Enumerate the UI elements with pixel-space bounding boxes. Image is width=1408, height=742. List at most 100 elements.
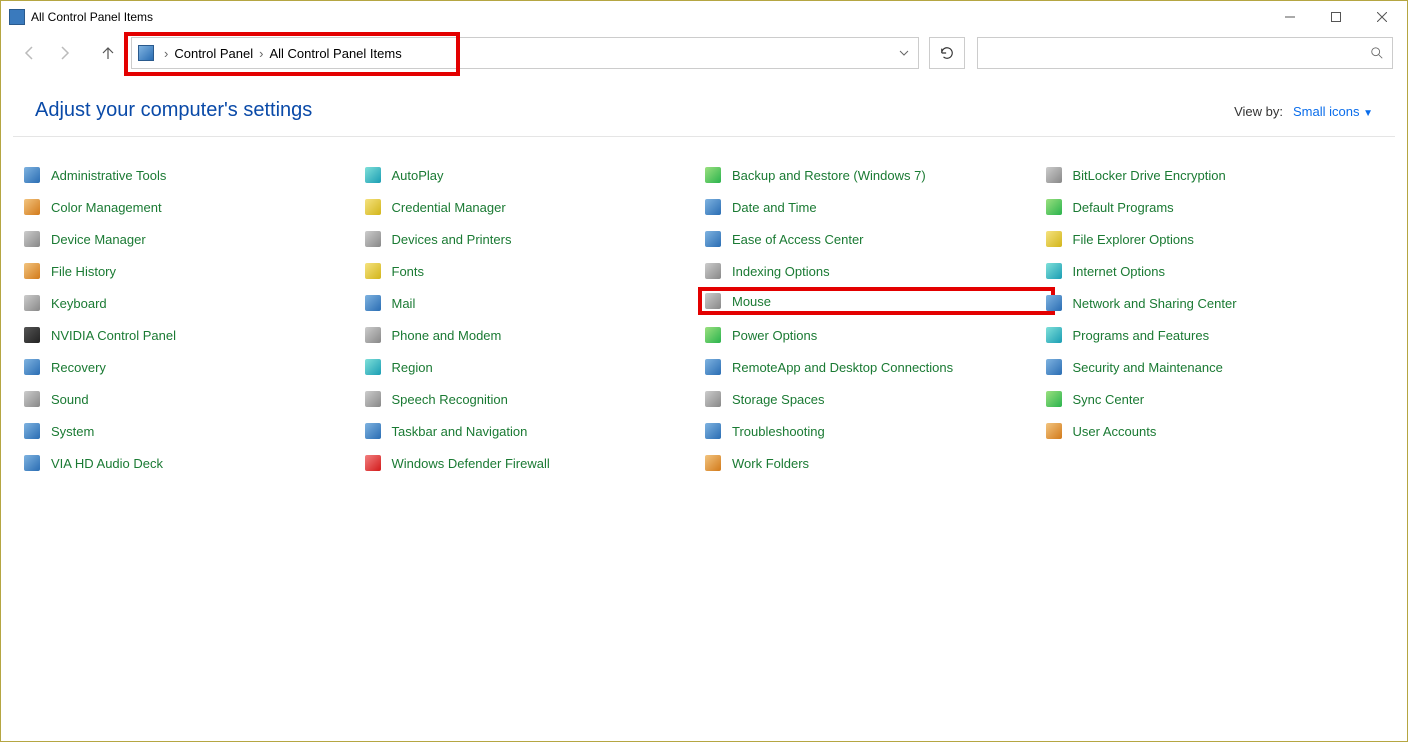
control-panel-item[interactable]: VIA HD Audio Deck <box>23 453 364 473</box>
item-label: VIA HD Audio Deck <box>51 456 163 471</box>
item-label: Sound <box>51 392 89 407</box>
items-grid: Administrative Tools AutoPlay Backup and R… <box>1 137 1407 473</box>
window-title: All Control Panel Items <box>31 10 153 24</box>
item-icon <box>23 262 41 280</box>
control-panel-item[interactable]: AutoPlay <box>364 165 705 185</box>
address-icon <box>138 45 154 61</box>
control-panel-item[interactable]: Default Programs <box>1045 197 1386 217</box>
chevron-down-icon: ▼ <box>1363 108 1373 119</box>
control-panel-item[interactable]: Region <box>364 357 705 377</box>
item-label: Indexing Options <box>732 264 830 279</box>
item-icon <box>1045 230 1063 248</box>
control-panel-item[interactable]: Sync Center <box>1045 389 1386 409</box>
item-label: Date and Time <box>732 200 817 215</box>
control-panel-item[interactable]: File History <box>23 261 364 281</box>
control-panel-item[interactable]: NVIDIA Control Panel <box>23 325 364 345</box>
titlebar: All Control Panel Items <box>1 1 1407 33</box>
item-icon <box>704 454 722 472</box>
forward-button[interactable] <box>49 38 79 68</box>
item-icon <box>704 198 722 216</box>
control-panel-item[interactable]: Security and Maintenance <box>1045 357 1386 377</box>
control-panel-item[interactable]: Indexing Options <box>704 261 1045 281</box>
control-panel-item[interactable]: Programs and Features <box>1045 325 1386 345</box>
control-panel-item[interactable]: Fonts <box>364 261 705 281</box>
item-label: User Accounts <box>1073 424 1157 439</box>
control-panel-item[interactable]: File Explorer Options <box>1045 229 1386 249</box>
address-bar[interactable]: › Control Panel › All Control Panel Item… <box>131 37 919 69</box>
search-input[interactable] <box>977 37 1393 69</box>
breadcrumb-seg-2[interactable]: All Control Panel Items <box>269 46 401 61</box>
refresh-button[interactable] <box>929 37 965 69</box>
address-dropdown[interactable] <box>890 38 918 68</box>
item-label: Security and Maintenance <box>1073 360 1223 375</box>
minimize-button[interactable] <box>1267 2 1313 32</box>
control-panel-item[interactable]: RemoteApp and Desktop Connections <box>704 357 1045 377</box>
item-label: Default Programs <box>1073 200 1174 215</box>
control-panel-item[interactable]: Taskbar and Navigation <box>364 421 705 441</box>
item-label: Programs and Features <box>1073 328 1210 343</box>
item-label: System <box>51 424 94 439</box>
close-button[interactable] <box>1359 2 1405 32</box>
control-panel-item[interactable]: Power Options <box>704 325 1045 345</box>
navigation-bar: › Control Panel › All Control Panel Item… <box>1 33 1407 73</box>
control-panel-item[interactable]: Devices and Printers <box>364 229 705 249</box>
item-icon <box>364 198 382 216</box>
control-panel-item[interactable]: Color Management <box>23 197 364 217</box>
control-panel-item[interactable]: Recovery <box>23 357 364 377</box>
item-icon <box>23 358 41 376</box>
control-panel-item[interactable]: Mail <box>364 293 705 313</box>
item-label: Region <box>392 360 433 375</box>
control-panel-item[interactable]: Administrative Tools <box>23 165 364 185</box>
control-panel-window: All Control Panel Items › Control Panel … <box>0 0 1408 742</box>
item-label: Speech Recognition <box>392 392 508 407</box>
item-icon <box>23 198 41 216</box>
item-icon <box>23 166 41 184</box>
control-panel-item[interactable]: Windows Defender Firewall <box>364 453 705 473</box>
control-panel-item[interactable]: Speech Recognition <box>364 389 705 409</box>
item-icon <box>23 454 41 472</box>
item-label: Backup and Restore (Windows 7) <box>732 168 926 183</box>
viewby-dropdown[interactable]: Small icons ▼ <box>1293 104 1373 119</box>
control-panel-item[interactable]: Mouse <box>702 291 1051 311</box>
control-panel-item[interactable]: Internet Options <box>1045 261 1386 281</box>
item-icon <box>1045 326 1063 344</box>
item-icon <box>704 292 722 310</box>
control-panel-item[interactable]: Network and Sharing Center <box>1045 293 1386 313</box>
page-title: Adjust your computer's settings <box>35 99 312 122</box>
item-label: Sync Center <box>1073 392 1145 407</box>
control-panel-item[interactable]: Keyboard <box>23 293 364 313</box>
control-panel-item[interactable]: Storage Spaces <box>704 389 1045 409</box>
maximize-button[interactable] <box>1313 2 1359 32</box>
control-panel-item[interactable]: Troubleshooting <box>704 421 1045 441</box>
item-icon <box>704 230 722 248</box>
item-icon <box>23 390 41 408</box>
item-label: AutoPlay <box>392 168 444 183</box>
breadcrumb-seg-1[interactable]: Control Panel <box>174 46 253 61</box>
control-panel-item[interactable]: Device Manager <box>23 229 364 249</box>
control-panel-item[interactable]: Work Folders <box>704 453 1045 473</box>
back-button[interactable] <box>15 38 45 68</box>
item-icon <box>704 166 722 184</box>
control-panel-item[interactable]: Sound <box>23 389 364 409</box>
control-panel-item[interactable]: BitLocker Drive Encryption <box>1045 165 1386 185</box>
item-label: File Explorer Options <box>1073 232 1194 247</box>
control-panel-item[interactable]: Credential Manager <box>364 197 705 217</box>
item-label: Phone and Modem <box>392 328 502 343</box>
control-panel-item[interactable]: System <box>23 421 364 441</box>
control-panel-item[interactable]: Ease of Access Center <box>704 229 1045 249</box>
item-icon <box>364 454 382 472</box>
control-panel-item[interactable]: User Accounts <box>1045 421 1386 441</box>
item-label: Devices and Printers <box>392 232 512 247</box>
control-panel-item[interactable]: Date and Time <box>704 197 1045 217</box>
item-label: Internet Options <box>1073 264 1166 279</box>
item-label: Work Folders <box>732 456 809 471</box>
item-label: Storage Spaces <box>732 392 825 407</box>
control-panel-item[interactable]: Backup and Restore (Windows 7) <box>704 165 1045 185</box>
item-icon <box>1045 294 1063 312</box>
app-icon <box>9 9 25 25</box>
item-icon <box>1045 390 1063 408</box>
item-icon <box>23 326 41 344</box>
control-panel-item[interactable]: Phone and Modem <box>364 325 705 345</box>
up-button[interactable] <box>93 38 123 68</box>
item-label: Ease of Access Center <box>732 232 864 247</box>
